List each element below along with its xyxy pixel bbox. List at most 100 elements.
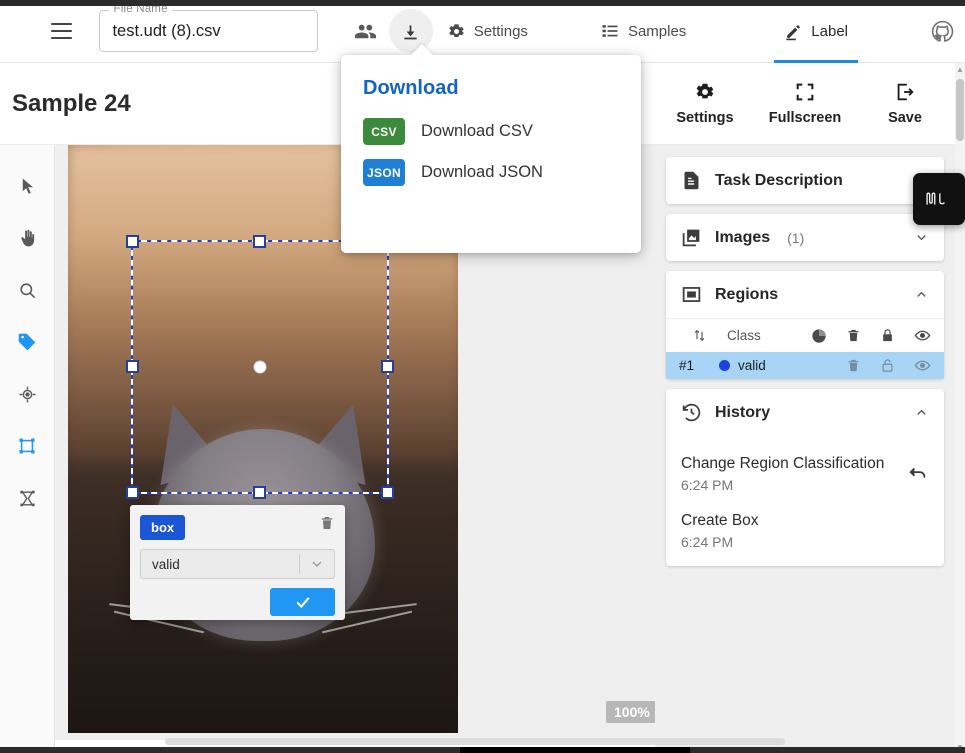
pan-hand-icon: [18, 229, 37, 248]
people-icon: [354, 20, 377, 43]
resize-handle-s[interactable]: [253, 486, 266, 499]
trash-icon[interactable]: [846, 358, 861, 373]
chevron-down-icon[interactable]: [914, 230, 929, 245]
resize-handle-w[interactable]: [126, 360, 139, 373]
region-index: #1: [679, 358, 719, 373]
list-item[interactable]: Change Region Classification 6:24 PM: [681, 454, 929, 493]
download-csv-label: Download CSV: [421, 122, 533, 141]
bottom-strip-block: [460, 747, 690, 753]
fullscreen-action-button[interactable]: Fullscreen: [762, 81, 848, 126]
tool-pan-hand[interactable]: [7, 219, 47, 257]
trash-icon[interactable]: [846, 328, 861, 343]
gear-icon: [694, 81, 716, 103]
top-screen-strip: [0, 0, 965, 6]
nav-item-people[interactable]: [344, 0, 387, 63]
region-row-icons: [846, 357, 931, 374]
chevron-up-icon[interactable]: [914, 287, 929, 302]
vertical-scrollbar[interactable]: ▲ ▼: [955, 63, 965, 753]
table-row[interactable]: #1 valid: [666, 352, 944, 379]
tool-point[interactable]: [7, 375, 47, 413]
download-json-label: Download JSON: [421, 163, 543, 182]
resize-handle-sw[interactable]: [126, 486, 139, 499]
images-header[interactable]: Images (1): [666, 214, 944, 261]
resize-handle-n[interactable]: [253, 235, 266, 248]
regions-card: Regions Class: [666, 271, 944, 379]
nav-item-samples-label: Samples: [628, 23, 686, 40]
task-description-header[interactable]: Task Description: [666, 157, 944, 204]
region-class-value: valid: [152, 557, 180, 572]
region-class-select[interactable]: valid: [140, 549, 335, 579]
zoom-level-badge: 100%: [606, 701, 655, 723]
task-description-title: Task Description: [715, 172, 843, 190]
file-name-field[interactable]: File Name test.udt (8).csv: [99, 10, 317, 52]
list-item[interactable]: Create Box 6:24 PM: [681, 511, 929, 550]
document-icon: [681, 170, 702, 191]
nav-item-settings[interactable]: Settings: [435, 0, 540, 63]
resize-handle-nw[interactable]: [126, 235, 139, 248]
save-exit-icon: [894, 81, 916, 103]
task-description-card: Task Description: [666, 157, 944, 204]
images-count: (1): [787, 230, 804, 246]
regions-header[interactable]: Regions: [666, 271, 944, 318]
fullscreen-action-label: Fullscreen: [769, 110, 842, 126]
regions-class-column-label: Class: [719, 328, 811, 343]
chevron-up-icon[interactable]: [914, 405, 929, 420]
left-tool-sidebar: [0, 145, 55, 753]
history-item-time: 6:24 PM: [681, 477, 907, 493]
horizontal-scrollbar-thumb[interactable]: [165, 738, 785, 745]
sort-icon[interactable]: [679, 328, 719, 343]
csv-chip: CSV: [363, 118, 405, 145]
download-json-option[interactable]: JSON Download JSON: [363, 159, 641, 186]
github-icon: [930, 19, 955, 44]
hamburger-menu-icon[interactable]: [44, 12, 79, 50]
file-name-input[interactable]: test.udt (8).csv: [112, 22, 220, 41]
regions-title: Regions: [715, 286, 778, 304]
history-item-time: 6:24 PM: [681, 534, 929, 550]
tool-tag[interactable]: [7, 323, 47, 361]
tool-zoom[interactable]: [7, 271, 47, 309]
github-link[interactable]: [920, 0, 965, 63]
region-confirm-button[interactable]: [270, 588, 335, 616]
tool-polygon-mask[interactable]: [7, 479, 47, 517]
history-title: History: [715, 404, 770, 422]
chevron-down-icon[interactable]: [300, 556, 334, 572]
eye-icon[interactable]: [914, 327, 931, 344]
nav-item-label[interactable]: Label: [772, 0, 860, 63]
settings-action-button[interactable]: Settings: [662, 81, 748, 126]
resize-handle-e[interactable]: [381, 360, 394, 373]
resize-handle-se[interactable]: [381, 486, 394, 499]
history-item-name: Create Box: [681, 511, 929, 532]
history-list: Change Region Classification 6:24 PM Cre…: [666, 436, 944, 566]
nav-item-label-text: Label: [811, 23, 848, 40]
save-action-label: Save: [888, 110, 922, 126]
ml-logo-icon: [922, 186, 956, 212]
history-header[interactable]: History: [666, 389, 944, 436]
unlock-icon[interactable]: [880, 358, 895, 373]
download-csv-option[interactable]: CSV Download CSV: [363, 118, 641, 145]
tool-bounding-box[interactable]: [7, 427, 47, 465]
bounding-box-region[interactable]: [131, 240, 389, 494]
download-popover: Download CSV Download CSV JSON Download …: [341, 55, 641, 253]
scroll-up-arrow[interactable]: ▲: [955, 63, 965, 75]
zoom-search-icon: [18, 281, 37, 300]
vertical-scrollbar-thumb[interactable]: [956, 79, 964, 141]
trash-icon[interactable]: [319, 515, 335, 531]
horizontal-scrollbar[interactable]: [165, 738, 955, 745]
undo-arrow-icon[interactable]: [907, 462, 929, 484]
region-class-label: valid: [738, 358, 766, 373]
settings-action-label: Settings: [676, 110, 733, 126]
nav-item-samples[interactable]: Samples: [588, 0, 698, 63]
regions-header-icons: [811, 327, 931, 344]
top-navigation-bar: File Name test.udt (8).csv: [0, 0, 965, 63]
pie-chart-icon[interactable]: [811, 328, 827, 344]
download-popover-title: Download: [363, 77, 641, 100]
tool-select-arrow[interactable]: [7, 167, 47, 205]
save-action-button[interactable]: Save: [862, 81, 948, 126]
lock-icon[interactable]: [880, 328, 895, 343]
ml-logo-badge: [913, 173, 965, 225]
eye-icon[interactable]: [914, 357, 931, 374]
region-color-dot: [719, 360, 730, 371]
region-type-tag: box: [140, 515, 185, 540]
history-card: History Change Region Classification 6:2…: [666, 389, 944, 566]
move-handle[interactable]: [254, 361, 267, 374]
